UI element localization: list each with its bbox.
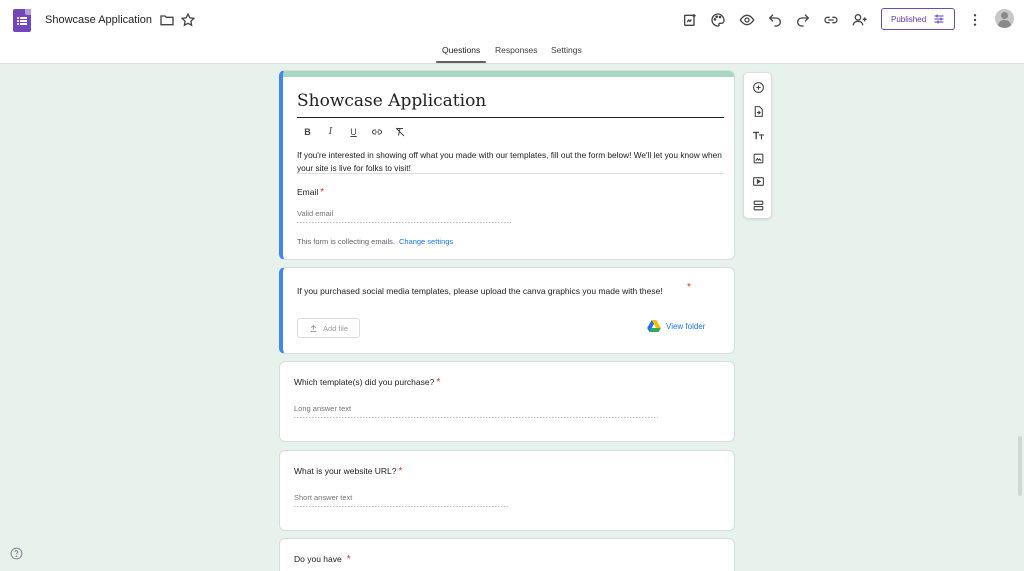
help-icon[interactable] (10, 547, 23, 560)
add-video-icon[interactable] (750, 173, 766, 189)
document-title[interactable]: Showcase Application (45, 14, 152, 26)
floating-side-toolbar (743, 72, 772, 219)
published-button[interactable]: Published (881, 8, 955, 30)
email-field: Valid email (297, 209, 334, 218)
more-options-icon[interactable] (966, 11, 984, 29)
question-title-text: Which template(s) did you purchase? (294, 377, 435, 387)
app-header: Showcase Application Published Questions… (0, 0, 1024, 64)
import-questions-icon[interactable] (750, 103, 766, 119)
add-collaborator-icon[interactable] (851, 11, 869, 29)
email-label-text: Email (297, 187, 319, 197)
add-image-icon[interactable] (750, 150, 766, 166)
tab-responses[interactable]: Responses (495, 45, 538, 63)
short-answer-question-card[interactable]: What is your website URL? * Short answer … (279, 450, 735, 531)
question-title[interactable]: What is your website URL? * (294, 466, 402, 477)
tab-questions[interactable]: Questions (435, 45, 487, 63)
add-section-icon[interactable] (750, 197, 766, 213)
description-underline (297, 173, 724, 174)
preview-eye-icon[interactable] (738, 11, 756, 29)
customize-theme-icon[interactable] (709, 11, 727, 29)
theme-color-bar (283, 71, 734, 77)
title-underline (297, 117, 724, 118)
collecting-emails-text: This form is collecting emails. (297, 237, 395, 246)
italic-icon[interactable]: I (324, 125, 337, 138)
form-description[interactable]: If you're interested in showing off what… (297, 149, 727, 174)
add-on-icon[interactable] (681, 11, 699, 29)
question-title[interactable]: Which template(s) did you purchase? * (294, 377, 440, 388)
partial-question-card[interactable]: Do you have * (279, 538, 735, 571)
collecting-emails-note: This form is collecting emails. Change se… (297, 237, 453, 246)
answer-underline (294, 506, 508, 507)
form-title[interactable]: Showcase Application (297, 91, 486, 111)
google-drive-icon (647, 320, 661, 332)
question-title[interactable]: Do you have * (294, 554, 351, 565)
required-marker: * (436, 377, 441, 388)
short-answer-field: Short answer text (294, 493, 353, 502)
form-tabs: Questions Responses Settings (0, 45, 1024, 63)
user-avatar[interactable] (995, 9, 1014, 28)
long-answer-question-card[interactable]: Which template(s) did you purchase? * Lon… (279, 361, 735, 442)
published-label: Published (891, 14, 927, 24)
scrollbar-thumb[interactable] (1018, 436, 1022, 496)
change-settings-link[interactable]: Change settings (399, 237, 453, 246)
email-field-underline (297, 222, 511, 223)
view-folder-label: View folder (666, 321, 706, 331)
required-marker: * (398, 466, 403, 477)
add-title-description-icon[interactable] (750, 127, 766, 143)
copy-link-icon[interactable] (822, 11, 840, 29)
header-divider (0, 63, 1024, 64)
google-forms-logo-icon[interactable] (13, 9, 31, 32)
star-icon[interactable] (179, 11, 197, 29)
redo-icon[interactable] (794, 11, 812, 29)
required-marker: * (346, 554, 351, 565)
upload-icon (310, 324, 317, 332)
add-question-icon[interactable] (750, 79, 766, 95)
move-to-folder-icon[interactable] (158, 11, 176, 29)
answer-underline (294, 417, 658, 418)
question-title-text: Do you have (294, 554, 342, 564)
required-marker: * (687, 282, 691, 293)
undo-icon[interactable] (766, 11, 784, 29)
long-answer-field: Long answer text (294, 404, 352, 413)
link-icon[interactable] (370, 125, 383, 138)
underline-icon[interactable]: U (347, 125, 360, 138)
file-upload-question-card[interactable]: If you purchased social media templates,… (279, 267, 735, 354)
clear-formatting-icon[interactable] (393, 125, 406, 138)
tab-settings[interactable]: Settings (551, 45, 582, 63)
question-title-text: What is your website URL? (294, 466, 397, 476)
formatting-toolbar: B I U (301, 125, 406, 138)
bold-icon[interactable]: B (301, 125, 314, 138)
add-file-label: Add file (322, 323, 349, 333)
required-marker: * (320, 187, 325, 198)
publish-settings-icon (934, 14, 944, 24)
question-title[interactable]: If you purchased social media templates,… (297, 284, 677, 298)
form-title-card[interactable]: Showcase Application B I U If you're int… (279, 70, 735, 260)
add-file-button[interactable]: Add file (297, 318, 360, 338)
page-scrollbar[interactable] (1017, 64, 1024, 571)
email-label: Email * (297, 187, 324, 198)
view-folder-link[interactable]: View folder (647, 320, 705, 332)
